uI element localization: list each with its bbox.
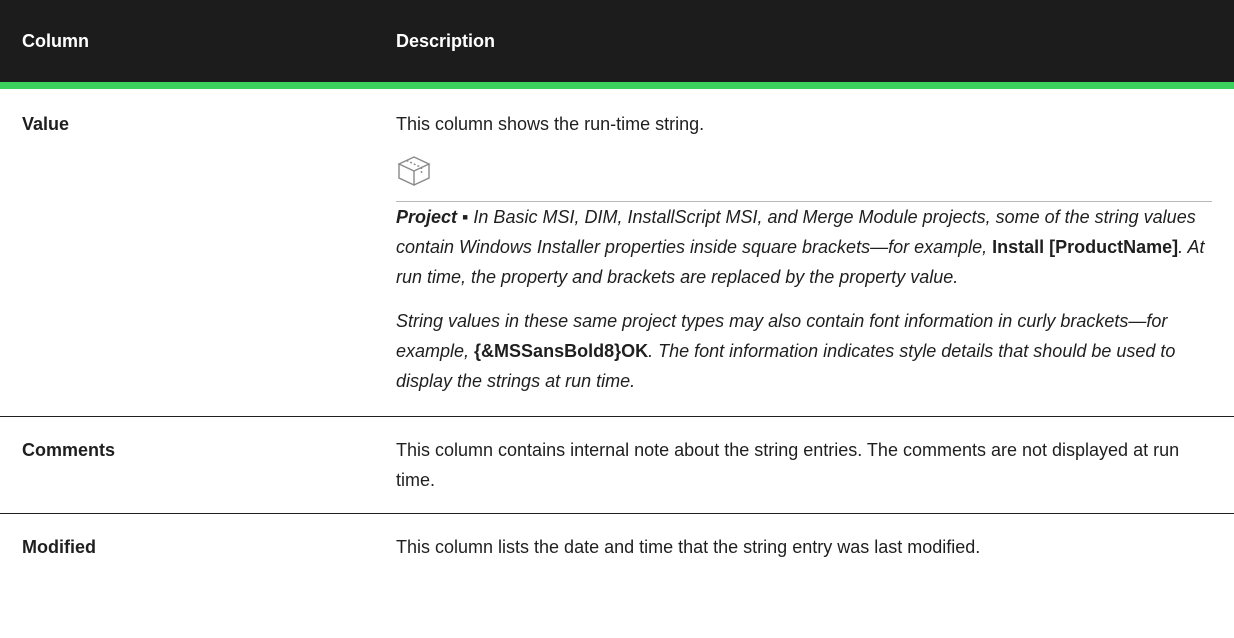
row-description: This column shows the run-time string. bbox=[396, 114, 705, 134]
table-row: Comments This column contains internal n… bbox=[0, 416, 1234, 514]
column-header: Column bbox=[0, 0, 374, 89]
description-header: Description bbox=[374, 0, 1234, 89]
row-description: This column lists the date and time that… bbox=[396, 537, 981, 557]
row-name: Modified bbox=[22, 537, 96, 557]
project-note: Project ▪ In Basic MSI, DIM, InstallScri… bbox=[396, 153, 1212, 396]
project-box-icon bbox=[396, 154, 432, 197]
note-label: Project bbox=[396, 207, 458, 227]
table-row: Value This column shows the run-time str… bbox=[0, 85, 1234, 417]
row-name: Comments bbox=[0, 416, 374, 514]
string-columns-table: Column Description Value This column sho… bbox=[0, 0, 1234, 580]
note-separator: ▪ bbox=[457, 207, 474, 227]
note-code-2: {&MSSansBold8}OK bbox=[474, 341, 649, 361]
note-icon-bar bbox=[396, 153, 1212, 202]
note-paragraph-2: String values in these same project type… bbox=[396, 306, 1212, 396]
row-name: Value bbox=[0, 85, 374, 417]
note-paragraph-1: Project ▪ In Basic MSI, DIM, InstallScri… bbox=[396, 202, 1212, 292]
row-description-cell: This column shows the run-time string. P… bbox=[374, 85, 1234, 417]
table-header-row: Column Description bbox=[0, 0, 1234, 89]
note-code-1: Install [ProductName] bbox=[992, 237, 1179, 257]
row-description: This column contains internal note about… bbox=[374, 416, 1234, 514]
table-row: Modified This column lists the date and … bbox=[0, 514, 1234, 581]
